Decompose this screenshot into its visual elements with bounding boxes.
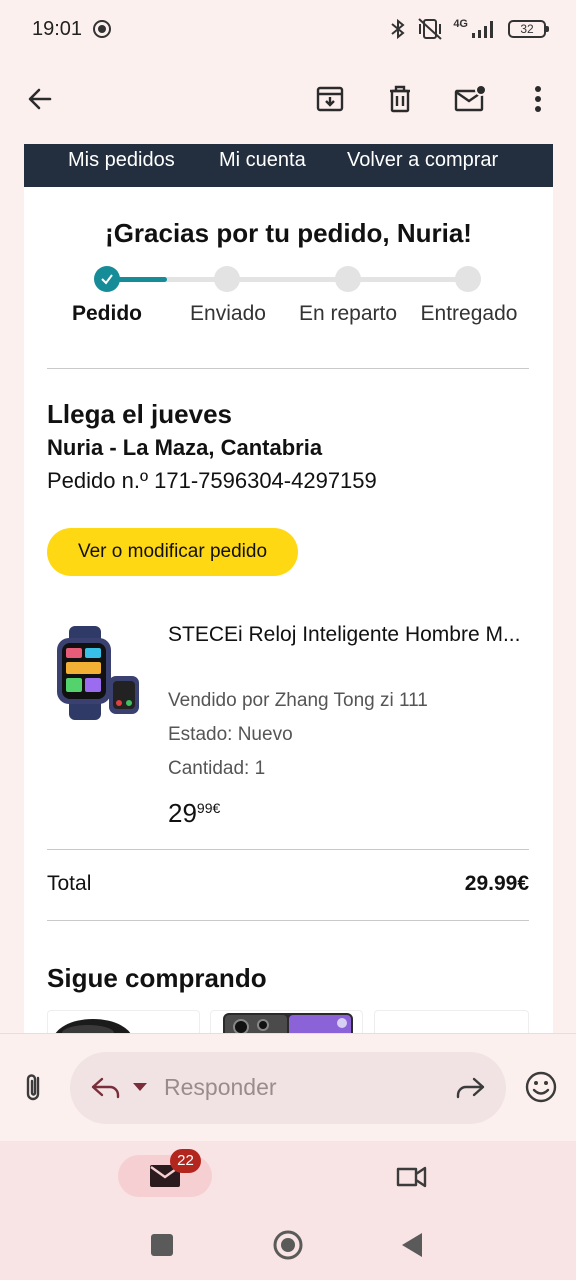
progress-step-out-for-delivery: [335, 266, 361, 292]
more-options-button[interactable]: [516, 77, 560, 121]
email-body: Mis pedidos Mi cuenta Volver a comprar ¡…: [24, 144, 553, 1033]
progress-step-delivered: [455, 266, 481, 292]
attachment-icon[interactable]: [18, 1070, 52, 1104]
thanks-heading: ¡Gracias por tu pedido, Nuria!: [105, 218, 472, 248]
earbuds-product-image: [55, 1019, 131, 1033]
signal-icon: [472, 21, 493, 38]
forward-icon[interactable]: [454, 1075, 486, 1101]
progress-label-shipped: Enviado: [190, 302, 266, 325]
price-whole: 29: [168, 798, 197, 828]
tab-meet[interactable]: [386, 1155, 436, 1197]
battery-icon: 32: [508, 20, 549, 38]
status-time: 19:01: [32, 18, 83, 40]
bluetooth-icon: [391, 18, 405, 40]
order-number: Pedido n.º 171-7596304-4297159: [47, 468, 377, 493]
network-type: 4G: [453, 18, 468, 30]
video-camera-icon: [396, 1166, 427, 1188]
nav-link-buy-again[interactable]: Volver a comprar: [347, 149, 498, 172]
mail-unread-badge: 22: [170, 1149, 201, 1173]
progress-label-out-for-delivery: En reparto: [298, 302, 398, 325]
recommendation-item[interactable]: [47, 1010, 200, 1033]
product-seller: Vendido por Zhang Tong zi 111: [168, 690, 428, 711]
nav-link-my-account[interactable]: Mi cuenta: [219, 149, 306, 172]
delete-button[interactable]: [378, 77, 422, 121]
mail-unread-icon: [454, 84, 487, 112]
recommendation-item[interactable]: [374, 1010, 529, 1033]
total-label: Total: [47, 872, 92, 895]
home-icon[interactable]: [272, 1229, 304, 1261]
product-condition: Estado: Nuevo: [168, 724, 293, 745]
back-button[interactable]: [18, 77, 62, 121]
view-modify-order-button[interactable]: Ver o modificar pedido: [47, 528, 298, 576]
product-quantity: Cantidad: 1: [168, 758, 266, 779]
nav-link-my-orders[interactable]: Mis pedidos: [68, 149, 175, 172]
divider: [47, 849, 529, 850]
reply-bar: Responder: [0, 1033, 576, 1141]
top-app-bar: [0, 58, 576, 144]
total-value: 29.99€: [464, 872, 529, 895]
status-bar: 19:01 4G 32: [0, 0, 576, 58]
notification-icon: [93, 20, 111, 38]
archive-icon: [316, 86, 344, 112]
smartphone-product-image: [223, 1013, 353, 1033]
price-fraction: 99€: [196, 800, 221, 816]
recipient-address: Nuria - La Maza, Cantabria: [47, 435, 323, 460]
system-navigation-bar: [0, 1211, 576, 1280]
progress-label-ordered: Pedido: [71, 302, 142, 325]
progress-label-delivered: Entregado: [420, 302, 518, 325]
product-title[interactable]: STECEi Reloj Inteligente Hombre M...: [168, 618, 538, 651]
reply-icon[interactable]: [90, 1075, 122, 1101]
progress-step-ordered: [94, 266, 120, 292]
bottom-tab-bar: 22: [0, 1141, 576, 1211]
archive-button[interactable]: [308, 77, 352, 121]
reply-field[interactable]: Responder: [70, 1052, 506, 1124]
progress-step-shipped: [214, 266, 240, 292]
divider: [47, 920, 529, 921]
vibrate-off-icon: [418, 18, 442, 40]
recommendation-item[interactable]: [210, 1010, 363, 1033]
divider: [47, 368, 529, 369]
status-icons: 4G 32: [389, 16, 549, 42]
more-vertical-icon: [535, 86, 541, 112]
arrow-back-icon: [28, 88, 52, 110]
chevron-down-icon[interactable]: [132, 1082, 148, 1092]
reply-placeholder[interactable]: Responder: [164, 1074, 277, 1101]
check-icon: [101, 274, 113, 285]
back-nav-icon[interactable]: [400, 1231, 424, 1259]
keep-shopping-heading: Sigue comprando: [47, 963, 267, 993]
trash-icon: [390, 85, 410, 113]
mark-unread-button[interactable]: [448, 77, 492, 121]
smartwatch-product-image[interactable]: [51, 626, 145, 722]
amazon-nav-strip: Mis pedidos Mi cuenta Volver a comprar: [24, 144, 553, 187]
product-price: 2999€: [168, 798, 220, 829]
emoji-icon[interactable]: [524, 1070, 558, 1104]
recents-icon[interactable]: [150, 1233, 174, 1257]
arrival-text: Llega el jueves: [47, 399, 232, 429]
